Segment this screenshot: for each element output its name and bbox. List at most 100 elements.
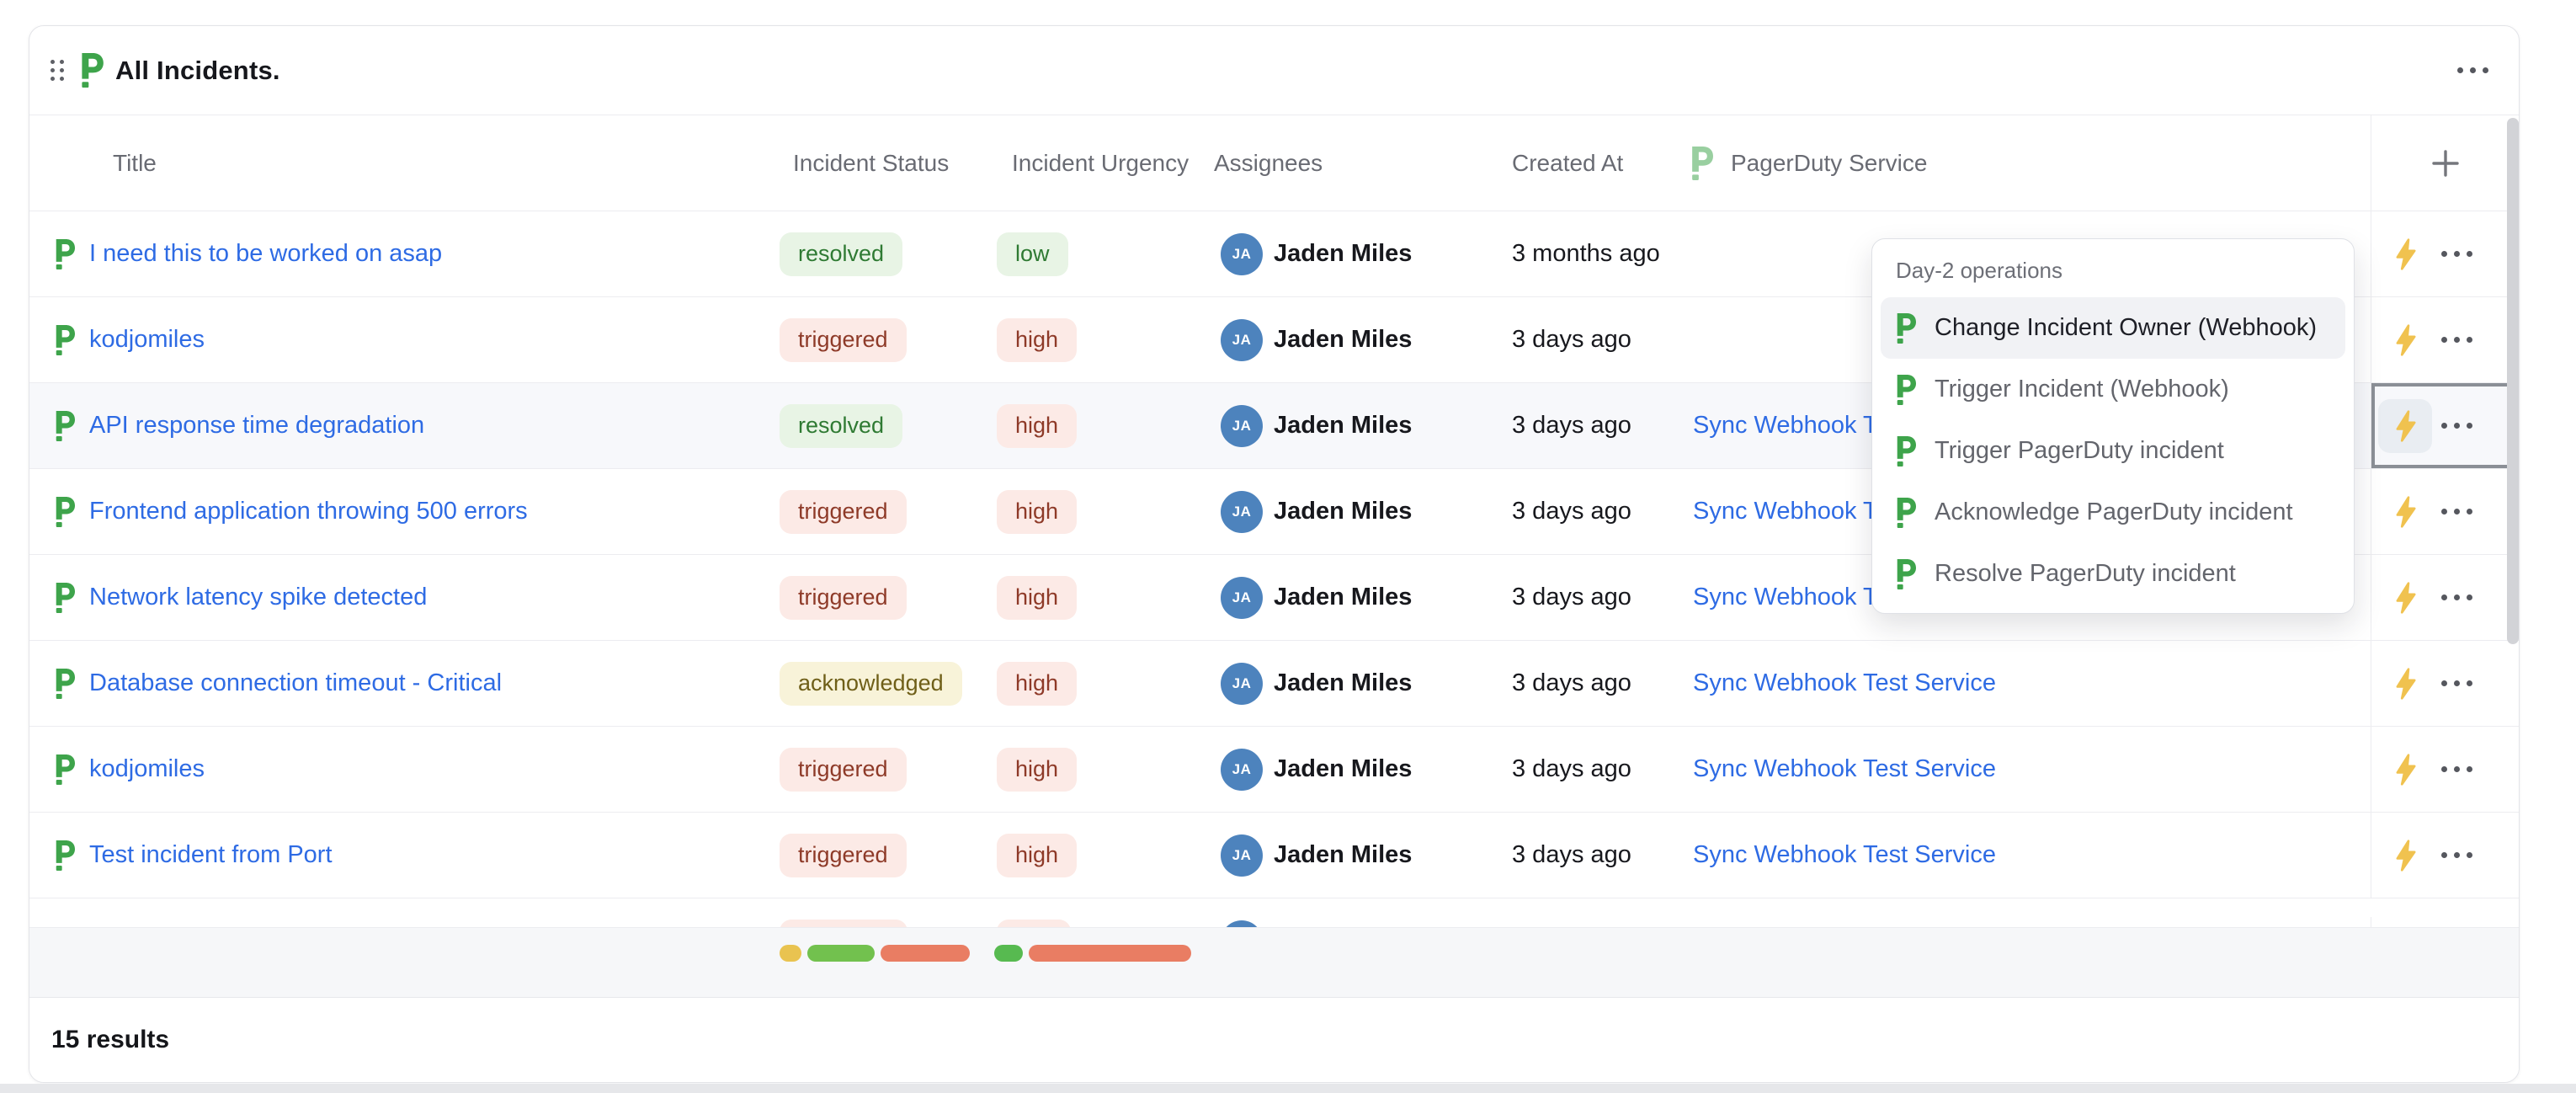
vertical-scrollbar[interactable] [2507,118,2519,644]
status-badge [780,920,907,927]
run-action-button[interactable] [2378,829,2432,882]
pagerduty-entity-icon [53,583,75,613]
assignee-name: Jaden Miles [1274,240,1412,268]
summary-segment-resolved [807,945,875,962]
pagerduty-entity-icon [53,754,75,785]
assignee-name: Jaden Miles [1274,584,1412,611]
day2-operations-menu: Day-2 operations Change Incident Owner (… [1871,238,2355,614]
run-action-button[interactable] [2378,313,2432,367]
row-menu-button[interactable] [2433,243,2481,265]
status-badge: resolved [780,404,902,448]
run-action-button[interactable] [2378,485,2432,539]
assignee-avatar [1221,920,1263,927]
pagerduty-logo-icon [78,53,104,88]
urgency-distribution-bar [994,945,1191,962]
pagerduty-entity-icon [53,325,75,355]
row-menu-button[interactable] [2433,586,2481,609]
menu-item-label: Resolve PagerDuty incident [1935,560,2236,588]
created-at-value: 3 days ago [1482,383,1672,468]
incident-title-link[interactable]: Database connection timeout - Critical [89,669,502,697]
pagerduty-entity-icon [53,669,75,699]
menu-item-label: Change Incident Owner (Webhook) [1935,314,2317,342]
pagerduty-entity-icon [53,411,75,441]
menu-item[interactable]: Acknowledge PagerDuty incident [1881,482,2345,543]
summary-segment-low [994,945,1023,962]
incident-title-link[interactable]: kodjomiles [89,326,205,354]
assignee-avatar: JA [1221,233,1263,275]
summary-segment-high [1029,945,1191,962]
status-badge: acknowledged [780,662,962,706]
table-row: Test incident from Port triggered high J… [29,813,2519,898]
widget-title: All Incidents. [115,56,280,86]
page-bottom-strip [0,1084,2576,1093]
assignee-avatar: JA [1221,405,1263,447]
assignee-name: Jaden Miles [1274,841,1412,869]
column-header-title[interactable]: Title [29,115,758,211]
incident-title-link[interactable]: kodjomiles [89,755,205,783]
column-header-assignees[interactable]: Assignees [1200,115,1482,211]
incident-title-link[interactable]: Network latency spike detected [89,584,427,611]
menu-item[interactable]: Change Incident Owner (Webhook) [1881,297,2345,359]
assignee-avatar: JA [1221,749,1263,791]
row-menu-button[interactable] [2433,500,2481,523]
column-header-actions [2371,115,2519,211]
assignee-avatar: JA [1221,491,1263,533]
column-header-created-at[interactable]: Created At [1482,115,1672,211]
assignee-name: Jaden Miles [1274,755,1412,783]
row-menu-button[interactable] [2433,844,2481,866]
menu-section-label: Day-2 operations [1881,249,2345,297]
pagerduty-action-icon [1894,375,1916,405]
summary-segment-triggered [881,945,970,962]
incident-title-link[interactable]: Frontend application throwing 500 errors [89,498,528,525]
urgency-badge: high [997,834,1077,877]
urgency-badge: high [997,318,1077,362]
run-action-button[interactable] [2378,227,2432,281]
assignee-name: Jaden Miles [1274,669,1412,697]
pagerduty-service-icon [1689,147,1713,180]
created-at-value: 3 days ago [1482,727,1672,812]
drag-handle-icon[interactable] [47,55,67,86]
status-badge: triggered [780,576,907,620]
column-header-incident-urgency[interactable]: Incident Urgency [984,115,1200,211]
table-row: Database connection timeout - Critical a… [29,641,2519,727]
incident-title-link[interactable]: API response time degradation [89,412,424,440]
urgency-badge: high [997,662,1077,706]
created-at-value: 3 days ago [1482,555,1672,640]
urgency-badge: high [997,490,1077,534]
incident-title-link[interactable]: I need this to be worked on asap [89,240,442,268]
table-row: kodjomiles triggered high JA Jaden Miles… [29,727,2519,813]
column-header-incident-status[interactable]: Incident Status [758,115,984,211]
menu-item-label: Trigger PagerDuty incident [1935,437,2224,465]
row-menu-button[interactable] [2433,414,2481,437]
pagerduty-action-icon [1894,559,1916,589]
assignee-avatar: JA [1221,319,1263,361]
created-at-value: 3 days ago [1482,297,1672,382]
run-action-button[interactable] [2378,399,2432,453]
column-header-pagerduty-service[interactable]: PagerDuty Service [1672,115,2371,211]
menu-item-label: Trigger Incident (Webhook) [1935,376,2229,403]
table-row-partial [29,898,2519,927]
assignee-avatar: JA [1221,663,1263,705]
page: All Incidents. Title Incident Status Inc… [0,0,2576,1093]
pagerduty-service-link[interactable]: Sync Webhook Test Service [1693,669,1996,697]
run-action-button[interactable] [2378,657,2432,711]
urgency-badge: low [997,232,1068,276]
run-action-button[interactable] [2378,571,2432,625]
run-action-button[interactable] [2378,743,2432,797]
widget-menu-button[interactable] [2449,59,2497,82]
add-column-button[interactable] [2422,140,2469,187]
row-menu-button[interactable] [2433,758,2481,781]
row-menu-button[interactable] [2433,672,2481,695]
pagerduty-entity-icon [53,239,75,269]
assignee-avatar: JA [1221,834,1263,877]
pagerduty-service-link[interactable]: Sync Webhook Test Service [1693,755,1996,783]
pagerduty-service-link[interactable]: Sync Webhook Test Service [1693,841,1996,869]
created-at-value: 3 days ago [1482,641,1672,726]
menu-item[interactable]: Trigger Incident (Webhook) [1881,359,2345,420]
menu-item[interactable]: Resolve PagerDuty incident [1881,543,2345,605]
pagerduty-action-icon [1894,436,1916,467]
incident-title-link[interactable]: Test incident from Port [89,841,333,869]
pagerduty-action-icon [1894,313,1916,344]
menu-item[interactable]: Trigger PagerDuty incident [1881,420,2345,482]
row-menu-button[interactable] [2433,328,2481,351]
